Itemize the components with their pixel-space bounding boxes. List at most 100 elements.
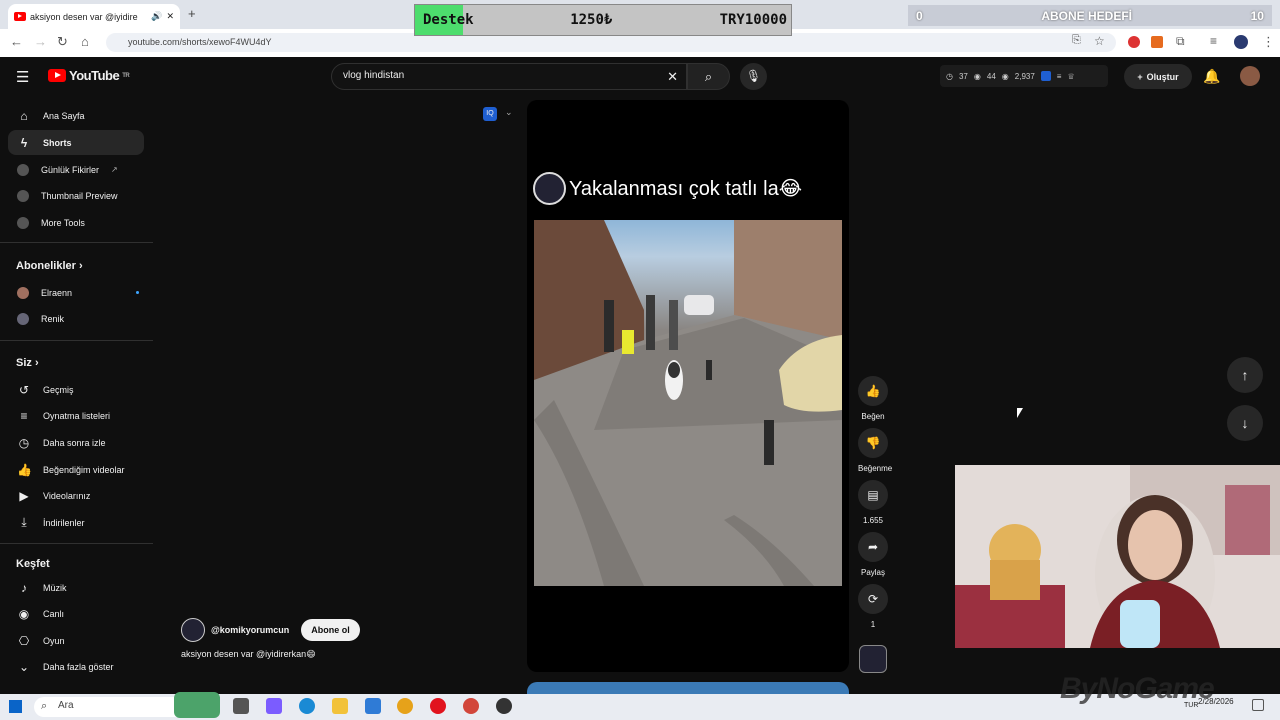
subscriptions-header[interactable]: Abonelikler › [16,260,83,272]
sidebar-item-playlists[interactable]: ≡ Oynatma listeleri [8,403,144,428]
comment-icon[interactable]: ▤ [858,480,888,510]
sidebar-item-home[interactable]: ⌂ Ana Sayfa [8,103,144,128]
avatar[interactable] [1240,66,1260,86]
home-browser-icon[interactable]: ⌂ [81,34,89,49]
create-button[interactable]: + Oluştur [1124,64,1192,89]
sidebar-item-music[interactable]: ♪ Müzik [8,575,144,600]
weather-widget-icon[interactable] [174,692,220,718]
sidebar-item-show-more[interactable]: ⌄ Daha fazla göster [8,654,144,679]
sidebar-item-elraenn[interactable]: Elraenn [8,280,144,305]
reload-icon[interactable]: ↻ [57,34,68,50]
sidebar-item-shorts[interactable]: ϟ Shorts [8,130,144,155]
sidebar-label: Daha sonra izle [43,437,106,448]
task-view-icon[interactable] [233,698,249,714]
share-icon[interactable]: ➦ [858,532,888,562]
search-icon: ⌕ [704,69,713,84]
sub-goal-title: ABONE HEDEFİ [1041,8,1132,23]
chrome-active-icon[interactable] [463,698,479,714]
chrome-icon[interactable] [397,698,413,714]
search-input[interactable]: vlog hindistan ✕ [331,63,687,90]
history-icon: ↺ [18,382,30,397]
subscribe-button[interactable]: Abone ol [301,619,360,641]
metamask-icon[interactable] [1151,36,1163,48]
profile-icon[interactable] [1234,35,1248,49]
youtube-favicon-icon [14,12,26,21]
dislike-action[interactable]: 👎 Beğenme [858,428,892,473]
divider [0,340,153,341]
edge-icon[interactable] [299,698,315,714]
video-description[interactable]: aksiyon desen var @iyidirerkan😄 [181,649,316,660]
sidebar-item-liked[interactable]: 👍 Beğendiğim videolar [8,457,144,482]
new-tab-icon[interactable]: + [188,6,196,21]
obs-icon[interactable] [496,698,512,714]
opera-icon[interactable] [430,698,446,714]
back-icon[interactable]: ← [10,34,23,49]
sidebar-item-renik[interactable]: Renik [8,306,144,331]
sidebar-label: Daha fazla göster [43,661,114,672]
taskbar-date[interactable]: 2/28/2026 [1198,697,1234,707]
taskbar-search-input[interactable]: ⌕ Ara [34,692,220,718]
youtube-logo[interactable]: YouTube TR [48,68,130,83]
forward-icon[interactable]: → [34,34,47,49]
remix-icon[interactable]: ⟳ [858,584,888,614]
taskbar-search-placeholder: Ara [58,700,74,711]
bookmark-star-icon[interactable]: ☆ [1094,34,1105,48]
sidebar-item-live[interactable]: ◉ Canlı [8,601,144,626]
file-explorer-icon[interactable] [332,698,348,714]
channel-name[interactable]: @komikyorumcun [211,625,289,635]
sidebar-item-daily-ideas[interactable]: Günlük Fikirler ↗ [8,157,144,182]
voice-search-button[interactable]: 🎙 [740,63,767,90]
language-indicator[interactable]: TUR [1184,702,1198,709]
video-frame[interactable] [534,220,842,586]
install-icon[interactable]: ⎘ [1072,34,1081,47]
close-tab-icon[interactable]: ✕ [166,11,174,22]
vidiq-player-icon[interactable]: IQ [483,107,497,121]
channel-avatar [17,286,29,299]
plus-icon: + [1137,71,1143,82]
thumbs-down-icon[interactable]: 👎 [858,428,888,458]
store-icon[interactable] [365,698,381,714]
extensions-puzzle-icon[interactable]: ⧉ [1176,34,1185,49]
sound-thumbnail[interactable] [859,645,887,673]
media-icon[interactable]: ≡ [1210,34,1217,48]
sidebar-item-more-tools[interactable]: More Tools [8,210,144,235]
remix-action[interactable]: ⟳ 1 [858,584,888,629]
extension-icon[interactable] [1128,36,1140,48]
comments-action[interactable]: ▤ 1.655 [858,480,888,525]
audio-icon[interactable]: 🔊 [151,11,162,22]
sidebar-item-watch-later[interactable]: ◷ Daha sonra izle [8,430,144,455]
sidebar-label: Oynatma listeleri [43,410,111,421]
sidebar-item-thumbnail-preview[interactable]: Thumbnail Preview [8,183,144,208]
sidebar-label: Günlük Fikirler [41,164,100,175]
copilot-icon[interactable] [266,698,282,714]
sidebar-item-your-videos[interactable]: ▶ Videolarınız [8,483,144,508]
next-short-button[interactable]: ↓ [1227,405,1263,441]
thumbs-up-icon[interactable]: 👍 [858,376,888,406]
list-icon[interactable]: ≡ [1057,72,1062,81]
menu-dots-icon[interactable]: ⋮ [1262,34,1275,50]
like-action[interactable]: 👍 Beğen [858,376,888,421]
sidebar-item-gaming[interactable]: ⎔ Oyun [8,628,144,653]
channel-avatar[interactable] [181,618,205,642]
chevron-down-icon[interactable]: ⌄ [505,107,513,118]
previous-short-button[interactable]: ↑ [1227,357,1263,393]
eye-icon: ◉ [1001,71,1009,81]
sidebar-label: Renik [41,313,65,324]
sidebar-item-downloads[interactable]: ⤓ İndirilenler [8,510,144,535]
search-button[interactable]: ⌕ [687,63,730,90]
stat-b: 44 [986,71,996,81]
create-label: Oluştur [1146,71,1179,82]
clock-icon: ◷ [18,435,30,450]
hamburger-menu-icon[interactable]: ☰ [16,68,29,86]
vidiq-icon[interactable] [1040,71,1051,81]
you-header[interactable]: Siz › [16,357,39,369]
browser-tab[interactable]: aksiyon desen var @iyidire 🔊 ✕ [8,4,180,29]
notification-center-icon[interactable] [1252,699,1264,711]
trophy-icon[interactable]: ♕ [1067,72,1074,81]
sidebar-item-history[interactable]: ↺ Geçmiş [8,377,144,402]
clear-search-icon[interactable]: ✕ [667,69,678,85]
share-action[interactable]: ➦ Paylaş [858,532,888,577]
windows-start-icon[interactable] [9,700,22,713]
arrow-down-icon: ↓ [1241,415,1249,431]
notifications-bell-icon[interactable]: 🔔 [1203,68,1220,85]
